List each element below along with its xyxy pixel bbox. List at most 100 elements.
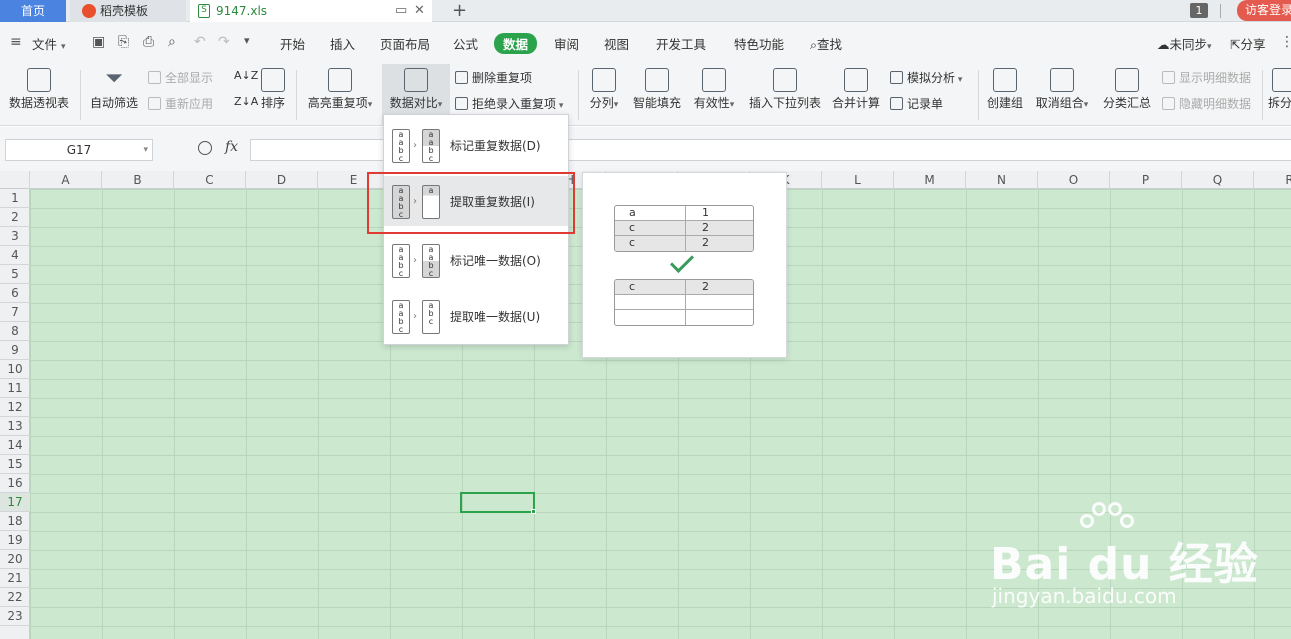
name-box[interactable]: G17 ▾	[5, 139, 153, 161]
what-if-analysis-label: 模拟分析	[907, 71, 956, 85]
column-header[interactable]: P	[1110, 171, 1182, 189]
row-header[interactable]: 22	[0, 588, 30, 607]
record-form-button[interactable]: 记录单	[890, 95, 943, 112]
sort-button[interactable]: 排序	[258, 64, 288, 126]
column-header[interactable]: Q	[1182, 171, 1254, 189]
row-header[interactable]: 10	[0, 360, 30, 379]
split-button[interactable]: 拆分	[1268, 64, 1291, 126]
menu-item-mark-duplicates[interactable]: aabc › aabc 标记重复数据(D)	[384, 120, 568, 170]
column-header[interactable]: N	[966, 171, 1038, 189]
column-header[interactable]: D	[246, 171, 318, 189]
save-icon[interactable]: ▣	[92, 34, 105, 50]
redo-icon[interactable]: ↷	[218, 34, 230, 50]
row-header[interactable]: 8	[0, 322, 30, 341]
reject-duplicates-button[interactable]: 拒绝录入重复项 ▾	[455, 95, 563, 112]
menu-insert[interactable]: 插入	[330, 34, 355, 53]
row-header[interactable]: 5	[0, 265, 30, 284]
row-header[interactable]: 18	[0, 512, 30, 531]
customize-icon[interactable]: ▾	[244, 34, 250, 47]
remove-duplicates-button[interactable]: 删除重复项	[455, 69, 532, 86]
window-count-badge[interactable]: 1	[1190, 3, 1208, 18]
print-preview-icon[interactable]: ⌕	[168, 34, 176, 50]
column-header[interactable]: R	[1254, 171, 1291, 189]
subtotal-button[interactable]: 分类汇总	[1100, 64, 1154, 126]
tab-home[interactable]: 首页	[0, 0, 66, 22]
menu-view[interactable]: 视图	[604, 34, 629, 53]
column-header[interactable]: O	[1038, 171, 1110, 189]
consolidate-button[interactable]: 合并计算	[830, 64, 882, 126]
auto-filter-button[interactable]: ⏷ 自动筛选	[88, 64, 140, 126]
row-header[interactable]: 14	[0, 436, 30, 455]
row-header[interactable]: 1	[0, 189, 30, 208]
monitor-icon[interactable]: ▭	[395, 0, 407, 22]
row-header[interactable]: 6	[0, 284, 30, 303]
menu-item-mark-unique[interactable]: aabc › aabc 标记唯一数据(O)	[384, 235, 568, 285]
validity-button[interactable]: 有效性▾	[690, 64, 738, 126]
row-header[interactable]: 21	[0, 569, 30, 588]
row-header[interactable]: 4	[0, 246, 30, 265]
undo-icon[interactable]: ↶	[194, 34, 206, 50]
hamburger-icon[interactable]: ≡	[10, 34, 22, 50]
what-if-analysis-button[interactable]: 模拟分析 ▾	[890, 69, 962, 86]
sort-ascending-button[interactable]: A↓Z	[234, 69, 258, 82]
row-header[interactable]: 16	[0, 474, 30, 493]
hide-detail-button[interactable]: 隐藏明细数据	[1162, 95, 1251, 112]
menu-review[interactable]: 审阅	[554, 34, 579, 53]
insert-dropdown-list-button[interactable]: 插入下拉列表	[746, 64, 824, 126]
row-header[interactable]: 3	[0, 227, 30, 246]
tab-template[interactable]: 稻壳模板	[70, 0, 186, 22]
split-column-button[interactable]: 分列▾	[586, 64, 622, 126]
select-all-corner[interactable]	[0, 171, 30, 189]
search-menu[interactable]: ⌕查找	[810, 34, 842, 53]
chevron-down-icon[interactable]: ▾	[143, 140, 148, 160]
pivot-table-button[interactable]: 数据透视表	[6, 64, 72, 126]
export-icon[interactable]: ⎘	[118, 34, 129, 50]
show-all-button[interactable]: 全部显示	[148, 69, 213, 86]
highlight-duplicates-button[interactable]: 高亮重复项▾	[304, 64, 376, 126]
show-detail-button[interactable]: 显示明细数据	[1162, 69, 1251, 86]
row-header[interactable]: 11	[0, 379, 30, 398]
search-icon: ⌕	[810, 37, 818, 52]
zoom-icon[interactable]	[198, 141, 212, 155]
fx-icon[interactable]: fx	[225, 139, 238, 155]
smart-fill-button[interactable]: 智能填充	[630, 64, 684, 126]
menu-formula[interactable]: 公式	[453, 34, 478, 53]
hide-detail-label: 隐藏明细数据	[1179, 97, 1252, 111]
row-header[interactable]: 17	[0, 493, 30, 512]
row-header[interactable]: 13	[0, 417, 30, 436]
sort-descending-button[interactable]: Z↓A	[234, 95, 258, 108]
menu-data[interactable]: 数据	[494, 33, 538, 54]
menu-start[interactable]: 开始	[280, 34, 305, 53]
more-icon[interactable]: ⋮	[1280, 34, 1291, 50]
column-header[interactable]: B	[102, 171, 174, 189]
column-header[interactable]: L	[822, 171, 894, 189]
reapply-button[interactable]: 重新应用	[148, 95, 213, 112]
row-header[interactable]: 7	[0, 303, 30, 322]
menu-page-layout[interactable]: 页面布局	[380, 34, 430, 53]
menu-item-extract-unique[interactable]: aabc › abc 提取唯一数据(U)	[384, 291, 568, 341]
fill-handle[interactable]	[531, 509, 536, 514]
file-menu[interactable]: 文件 ▾	[32, 34, 66, 53]
print-icon[interactable]: ⎙	[143, 34, 154, 50]
menu-dev-tools[interactable]: 开发工具	[656, 34, 706, 53]
row-header[interactable]: 2	[0, 208, 30, 227]
share-button[interactable]: ⇱分享	[1230, 34, 1266, 53]
row-header[interactable]: 19	[0, 531, 30, 550]
row-header[interactable]: 9	[0, 341, 30, 360]
row-header[interactable]: 23	[0, 607, 30, 626]
new-tab-icon[interactable]: +	[452, 0, 467, 22]
column-header[interactable]: A	[30, 171, 102, 189]
row-header[interactable]: 20	[0, 550, 30, 569]
row-header[interactable]: 15	[0, 455, 30, 474]
column-header[interactable]: C	[174, 171, 246, 189]
row-header[interactable]: 12	[0, 398, 30, 417]
sync-status[interactable]: ☁未同步▾	[1157, 34, 1212, 53]
tab-file[interactable]: S 9147.xls ▭ ✕	[190, 0, 432, 22]
selected-cell[interactable]	[460, 492, 535, 513]
visitor-login-button[interactable]: 访客登录	[1237, 0, 1291, 21]
close-tab-icon[interactable]: ✕	[414, 0, 425, 22]
ungroup-button[interactable]: 取消组合▾	[1032, 64, 1092, 126]
menu-special[interactable]: 特色功能	[734, 34, 784, 53]
create-group-button[interactable]: 创建组	[984, 64, 1026, 126]
column-header[interactable]: M	[894, 171, 966, 189]
